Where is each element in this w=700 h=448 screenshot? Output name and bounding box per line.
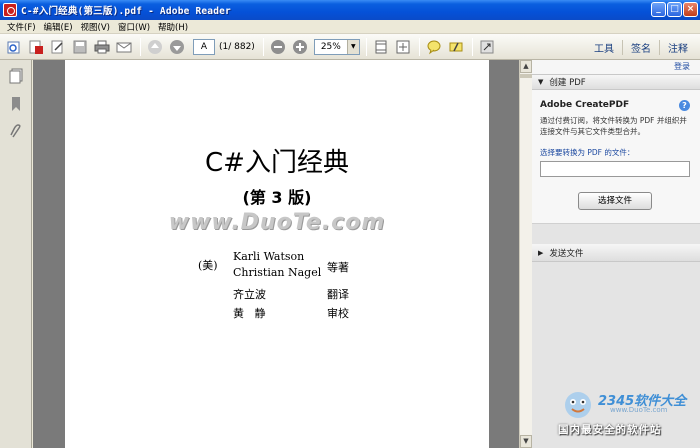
menu-edit[interactable]: 编辑(E) bbox=[41, 21, 78, 33]
edit-icon[interactable] bbox=[48, 37, 68, 57]
comment-icon[interactable] bbox=[424, 37, 444, 57]
triangle-down-icon: ▼ bbox=[538, 78, 544, 86]
attachments-icon[interactable] bbox=[9, 124, 23, 140]
page-count: (1/ 882) bbox=[219, 41, 255, 52]
document-area[interactable]: C#入门经典 (第 3 版) www.DuoTe.com (美) Karli W… bbox=[33, 60, 519, 448]
author-name: Christian Nagel bbox=[233, 266, 322, 279]
menu-file[interactable]: 文件(F) bbox=[4, 21, 41, 33]
author-name: Karli Watson bbox=[233, 250, 305, 263]
mascot-icon bbox=[565, 392, 591, 418]
menu-window[interactable]: 窗口(W) bbox=[115, 21, 155, 33]
create-pdf-header[interactable]: ▼ 创建 PDF bbox=[532, 74, 700, 90]
translator-role: 翻译 bbox=[327, 288, 349, 301]
open-icon[interactable] bbox=[4, 37, 24, 57]
page-thumbnails-icon[interactable] bbox=[9, 68, 23, 84]
scroll-down-icon[interactable]: ▼ bbox=[520, 435, 532, 448]
translator-name: 齐立波 bbox=[233, 288, 266, 301]
send-files-label: 发送文件 bbox=[549, 248, 584, 259]
close-button[interactable]: × bbox=[683, 2, 698, 17]
page-number-input[interactable]: A bbox=[193, 38, 215, 55]
minimize-button[interactable]: _ bbox=[651, 2, 666, 17]
toolbar: A (1/ 882) 25% ▼ 工具 签名 注释 bbox=[0, 34, 700, 60]
adobe-reader-icon bbox=[3, 3, 17, 17]
login-link[interactable]: 登录 bbox=[674, 62, 690, 71]
createpdf-title: Adobe CreatePDF bbox=[540, 100, 630, 110]
zoom-out-icon[interactable] bbox=[268, 37, 288, 57]
print-icon[interactable] bbox=[92, 37, 112, 57]
create-pdf-panel: Adobe CreatePDF ? 通过付费订阅，将文件转换为 PDF 并组织并… bbox=[532, 90, 700, 224]
email-icon[interactable] bbox=[114, 37, 134, 57]
highlight-icon[interactable] bbox=[446, 37, 466, 57]
triangle-right-icon: ▶ bbox=[538, 248, 544, 257]
comment-link[interactable]: 注释 bbox=[659, 39, 696, 55]
next-page-icon[interactable] bbox=[167, 37, 187, 57]
create-pdf-icon[interactable] bbox=[26, 37, 46, 57]
menu-help[interactable]: 帮助(H) bbox=[155, 21, 193, 33]
fit-width-icon[interactable] bbox=[393, 37, 413, 57]
help-icon[interactable]: ? bbox=[679, 100, 690, 111]
author-country: (美) bbox=[198, 259, 218, 272]
save-icon[interactable] bbox=[70, 37, 90, 57]
choose-file-button[interactable]: 选择文件 bbox=[578, 192, 652, 210]
tools-link[interactable]: 工具 bbox=[586, 40, 622, 55]
zoom-value: 25% bbox=[320, 41, 341, 52]
create-pdf-label: 创建 PDF bbox=[549, 78, 586, 88]
left-nav-pane bbox=[0, 60, 32, 448]
file-input[interactable] bbox=[540, 161, 690, 177]
site-watermark: www.DuoTe.com bbox=[168, 210, 386, 235]
menu-bar: 文件(F) 编辑(E) 视图(V) 窗口(W) 帮助(H) bbox=[0, 20, 700, 34]
book-edition: (第 3 版) bbox=[242, 188, 312, 207]
chevron-down-icon[interactable]: ▼ bbox=[346, 39, 359, 54]
sign-link[interactable]: 签名 bbox=[622, 39, 659, 55]
author-role: 等著 bbox=[327, 261, 349, 274]
scrollbar-thumb[interactable] bbox=[520, 74, 532, 78]
scroll-up-icon[interactable]: ▲ bbox=[520, 60, 532, 73]
watermark-url: www.DuoTe.com bbox=[610, 406, 668, 414]
pdf-page: C#入门经典 (第 3 版) www.DuoTe.com (美) Karli W… bbox=[65, 60, 489, 448]
reviewer-role: 审校 bbox=[327, 307, 349, 320]
vertical-scrollbar[interactable]: ▲ ▼ bbox=[519, 60, 532, 448]
maximize-button[interactable]: □ bbox=[667, 2, 682, 17]
window-title: C-#入门经典(第三版).pdf - Adobe Reader bbox=[21, 6, 231, 17]
send-files-header[interactable]: ▶ 发送文件 bbox=[532, 244, 700, 262]
createpdf-description: 通过付费订阅，将文件转换为 PDF 并组织并连接文件与其它文件类型合并。 bbox=[540, 116, 687, 136]
reviewer-name: 黄 静 bbox=[233, 307, 266, 320]
title-bar: C-#入门经典(第三版).pdf - Adobe Reader _ □ × bbox=[0, 0, 700, 20]
tasks-pane: 登录 ▼ 创建 PDF Adobe CreatePDF ? 通过付费订阅，将文件… bbox=[532, 60, 700, 448]
prev-page-icon[interactable] bbox=[145, 37, 165, 57]
expand-icon[interactable] bbox=[477, 37, 497, 57]
watermark-slogan: 国内最安全的软件站 bbox=[558, 424, 662, 436]
site-watermark-2345: 2345软件大全 www.DuoTe.com 国内最安全的软件站 bbox=[558, 384, 698, 442]
select-file-label: 选择要转换为 PDF 的文件： bbox=[540, 148, 635, 157]
zoom-in-icon[interactable] bbox=[290, 37, 310, 57]
bookmarks-icon[interactable] bbox=[9, 96, 23, 112]
book-title: C#入门经典 bbox=[205, 148, 349, 178]
fit-page-icon[interactable] bbox=[371, 37, 391, 57]
menu-view[interactable]: 视图(V) bbox=[78, 21, 115, 33]
zoom-select[interactable]: 25% ▼ bbox=[313, 38, 360, 55]
